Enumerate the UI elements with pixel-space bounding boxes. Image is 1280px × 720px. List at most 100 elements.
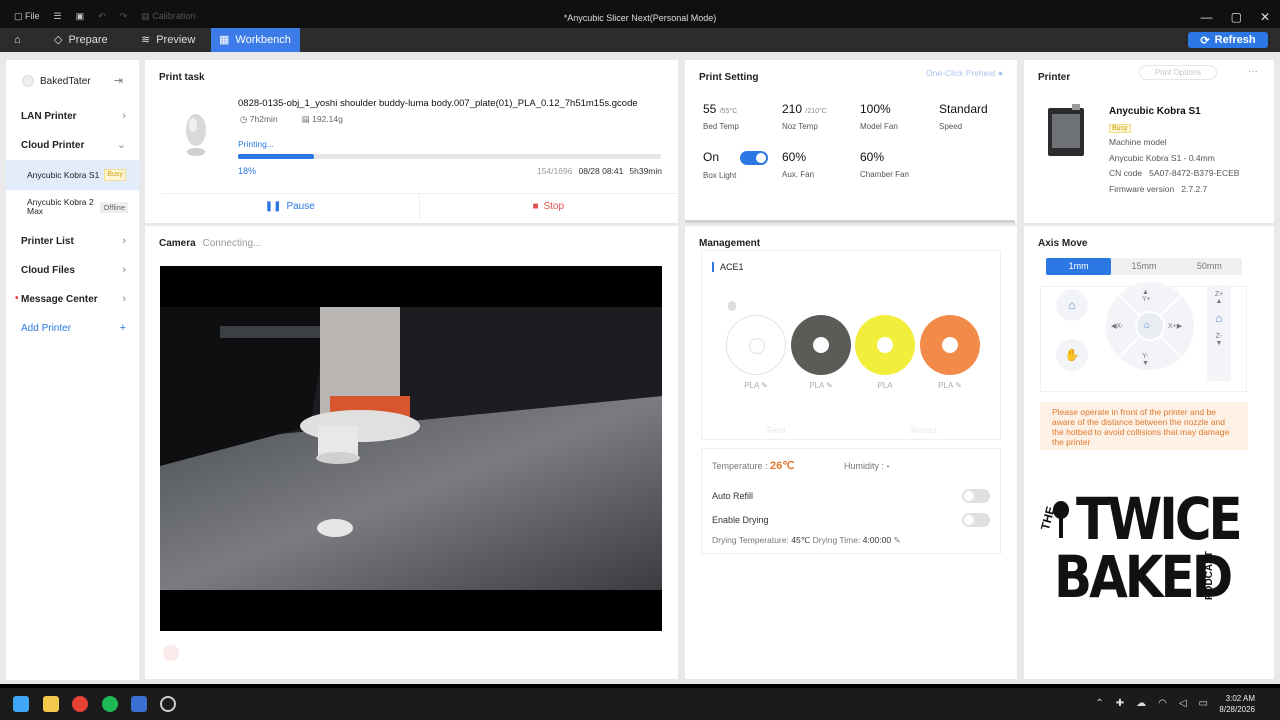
print-options-button[interactable]: Print Options	[1139, 65, 1217, 80]
hub-icon	[728, 301, 736, 311]
more-icon[interactable]: ···	[1248, 66, 1258, 77]
sidebar-item-cloud-files[interactable]: Cloud Files ›	[6, 256, 139, 285]
camera-header: Camera Connecting...	[159, 238, 261, 249]
z-plus-button[interactable]: Z+ ▲	[1207, 291, 1231, 305]
edit-icon[interactable]: ✎	[826, 381, 833, 390]
x-minus-button[interactable]: ◀X-	[1111, 322, 1123, 330]
avatar	[22, 75, 34, 87]
y-minus-button[interactable]: Y- ▼	[1142, 353, 1149, 367]
feed-button[interactable]: Feed	[767, 426, 785, 435]
sidebar-item-cloud-printer[interactable]: Cloud Printer ⌄	[6, 131, 139, 160]
spotify-icon[interactable]	[102, 696, 118, 712]
wifi-icon[interactable]: ◠	[1158, 698, 1167, 709]
z-minus-button[interactable]: Z- ▼	[1207, 333, 1231, 347]
box-light: On Box Light	[703, 150, 769, 180]
pause-icon: ❚❚	[264, 201, 282, 212]
tab-preview[interactable]: ≋ Preview	[133, 28, 203, 52]
user-row: BakedTater ⇥	[6, 60, 139, 102]
edit-icon[interactable]: ✎	[761, 381, 768, 390]
motor-off-icon[interactable]: ✋	[1056, 339, 1088, 371]
x-plus-button[interactable]: X+▶	[1168, 322, 1182, 330]
cloud-icon[interactable]: ☁	[1136, 698, 1146, 709]
panel-title: Printer	[1038, 72, 1071, 83]
ace-humidity: Humidity : -	[844, 461, 890, 471]
battery-icon[interactable]: ▭	[1199, 698, 1208, 709]
home-all-icon[interactable]: ⌂	[1056, 289, 1088, 321]
chrome-icon[interactable]	[72, 696, 88, 712]
model-fan[interactable]: 100% Model Fan	[860, 102, 898, 131]
one-click-preheat-button[interactable]: One-Click Preheat ●	[926, 68, 1003, 78]
camera-image	[160, 266, 662, 631]
printer-item-kobra-2-max[interactable]: Anycubic Kobra 2 Max Offline	[6, 190, 139, 224]
humidity-value: -	[886, 461, 890, 471]
pause-button[interactable]: ❚❚ Pause	[161, 194, 420, 219]
progress-fill	[238, 154, 315, 159]
aux-fan[interactable]: 60% Aux. Fan	[782, 150, 814, 179]
tray-app-icon[interactable]: ✚	[1116, 698, 1124, 709]
print-controls: ❚❚ Pause ■ Stop	[161, 193, 677, 219]
anycubic-slicer-icon[interactable]	[131, 696, 147, 712]
nozzle-temp: 210 /210°C Noz Temp	[782, 102, 827, 131]
filament-slot-1[interactable]	[726, 315, 786, 375]
aux-fan-label: Aux. Fan	[782, 170, 815, 179]
speed-setting[interactable]: Standard Speed	[939, 102, 988, 131]
home-icon[interactable]: ⌂	[6, 28, 29, 52]
slot-1-label: PLA ✎	[726, 381, 786, 390]
step-option[interactable]: 15mm	[1111, 258, 1176, 275]
refresh-button[interactable]: ⟳ Refresh	[1188, 32, 1268, 48]
logout-icon[interactable]: ⇥	[114, 74, 123, 87]
drying-time-label: Drying Time:	[812, 535, 861, 545]
auto-refill-label: Auto Refill	[712, 491, 754, 501]
filament-slot-4[interactable]	[920, 315, 980, 375]
logo-podcast: PODCAST	[1204, 551, 1215, 600]
printer-item-kobra-s1[interactable]: Anycubic Kobra S1 Busy	[6, 160, 139, 190]
slot-3-label: PLA	[855, 381, 915, 390]
chamber-fan[interactable]: 60% Chamber Fan	[860, 150, 909, 179]
refresh-label: Refresh	[1214, 34, 1256, 46]
stop-button[interactable]: ■ Stop	[420, 194, 678, 219]
step-option[interactable]: 1mm	[1046, 258, 1112, 275]
filament-slot-2[interactable]	[791, 315, 851, 375]
y-plus-label: Y+	[1142, 296, 1151, 303]
firmware-label: Firmware version	[1109, 183, 1175, 194]
edit-icon[interactable]: ✎	[955, 381, 962, 390]
panel-scrollbar[interactable]	[685, 220, 1015, 223]
record-button[interactable]	[163, 645, 179, 661]
print-status: Printing...	[238, 139, 274, 149]
edit-icon[interactable]: ✎	[893, 535, 900, 545]
clock[interactable]: 3:02 AM 8/28/2026	[1219, 693, 1255, 715]
sidebar-item-printer-list[interactable]: Printer List ›	[6, 227, 139, 256]
tab-bar: ⌂ ◇ Prepare ≋ Preview ▦ Workbench ⟳ Refresh	[0, 28, 1280, 52]
auto-refill-toggle[interactable]	[962, 489, 990, 503]
filament-slot-3[interactable]	[855, 315, 915, 375]
start-icon[interactable]	[13, 696, 29, 712]
tab-workbench[interactable]: ▦ Workbench	[211, 28, 300, 52]
enable-drying-toggle[interactable]	[962, 513, 990, 527]
retract-button[interactable]: Retract	[911, 426, 937, 435]
sidebar-item-label: LAN Printer	[21, 111, 77, 122]
chevron-up-icon[interactable]: ⌃	[1095, 698, 1103, 709]
filament-icon: ▤	[301, 114, 310, 124]
maximize-icon[interactable]: ▢	[1231, 10, 1242, 24]
tab-workbench-label: Workbench	[235, 34, 291, 46]
tab-prepare[interactable]: ◇ Prepare	[46, 28, 116, 52]
add-printer-button[interactable]: Add Printer +	[6, 314, 139, 343]
box-light-toggle[interactable]	[740, 150, 769, 165]
sidebar-item-lan-printer[interactable]: LAN Printer ›	[6, 102, 139, 131]
plus-icon: +	[119, 322, 126, 334]
minimize-icon[interactable]: —	[1201, 10, 1213, 24]
clock-icon: ◷	[240, 114, 248, 124]
chevron-down-icon: ⌄	[116, 139, 126, 151]
step-option[interactable]: 50mm	[1177, 258, 1242, 275]
close-icon[interactable]: ✕	[1260, 10, 1270, 24]
file-explorer-icon[interactable]	[43, 696, 59, 712]
y-plus-button[interactable]: ▲ Y+	[1142, 289, 1151, 303]
app-icon[interactable]	[160, 696, 176, 712]
ace-temperature: Temperature : 26℃	[712, 459, 795, 472]
sidebar-item-message-center[interactable]: • Message Center ›	[6, 285, 139, 314]
home-z-icon[interactable]: ⌂	[1207, 311, 1231, 325]
camera-feed	[160, 266, 662, 631]
volume-icon[interactable]: ◁	[1179, 698, 1187, 709]
home-xy-icon[interactable]: ⌂	[1144, 320, 1150, 331]
axis-move-panel: Axis Move 1mm 15mm 50mm ⌂ ✋ ▲ Y+ Y- ▼ ◀X- …	[1024, 226, 1274, 679]
